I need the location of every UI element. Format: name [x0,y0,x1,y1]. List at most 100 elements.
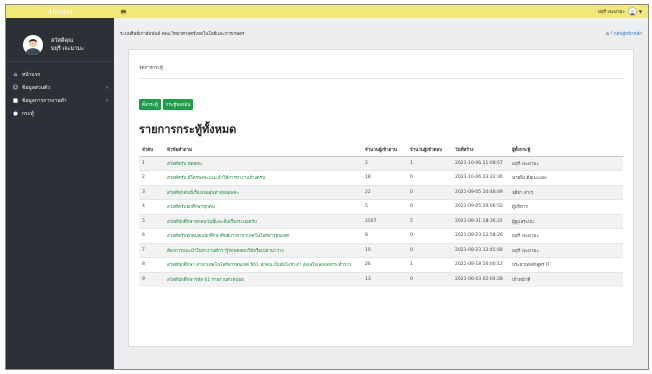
topbar: ≡ มยุรี เจะมามะ ▼ [114,5,648,18]
column-header[interactable]: ลำดับ [139,144,164,157]
created-date: 2021-06-03 02:04:28 [452,271,509,287]
avatar [23,34,43,55]
views-count: 8 [362,228,407,243]
table-row: 2 สวัสดีครับ มีใครพอจะแนะนำวิธีการหางานบ… [139,170,623,185]
row-number: 8 [139,257,164,272]
new-topic-button[interactable]: ตั้งกระทู้ [139,99,161,110]
author: มยุรี เจะมามะ [509,242,623,258]
sidebar-item-home[interactable]: ⌂ หน้าแรก [6,68,114,81]
author: ผู้ดูแลระบบ [509,213,623,229]
column-header[interactable]: ผู้ตั้งกระทู้ [509,144,623,157]
topic-link[interactable]: ต้องการแนะนำในหางานดีกว่ารู้จักทดสอบวิธี… [164,242,362,258]
table-row: 1 สวัสดีครับ ทดสอบ 2 1 2021-10-06 11:08:… [139,155,623,171]
views-count: 26 [362,257,407,272]
column-header[interactable]: หัวข้อคำถาม [164,144,362,157]
topic-link[interactable]: สวัสดีครับนักศึกษาทุกคน [164,199,362,214]
table-row: 5 สวัสดีนักศึกษาทุกคนวันนี้และอินเรื่องร… [139,213,623,229]
table-header-row: ลำดับ หัวข้อคำถาม จำนวนผู้เข้าอ่าน จำนวน… [139,144,623,157]
chevron-right-icon: › [106,97,108,104]
user-name: มยุรี เจะมามะ [51,45,84,52]
topic-link[interactable]: สวัสดีทุกคนนี่เรื่องเจอสุนทางหลอมคะ [164,184,362,200]
breadcrumb-home-link[interactable]: กลับสู่หน้าหลัก [614,30,642,37]
row-number: 4 [139,199,164,214]
author: จุลียา สาเร [509,184,623,200]
views-count: 5 [362,199,407,214]
sidebar: Alumni สวัสดีคุณ มยุรี เจะมามะ ⌂ หน้าแรก [6,5,114,369]
author: ผู้บริหาร [509,199,623,214]
user-greeting: สวัสดีคุณ [51,37,74,44]
replies-count: 1 [407,155,452,171]
user-avatar-icon [23,34,43,55]
list-title: รายการกระทู้ทั้งหมด [139,123,237,136]
views-count: 22 [362,184,407,200]
sidebar-item-label: กระทู้ [22,110,34,117]
table-row: 9 สวัสดีนักศึกษารหัส 61 รายงานตัวหน่อย 1… [139,271,623,287]
topic-link[interactable]: สวัสดีครับ มีใครพอจะแนะนำวิธีการหางานบ้า… [164,170,362,185]
sidebar-item-label: หน้าแรก [22,71,41,78]
row-number: 1 [139,155,164,171]
views-count: 18 [362,170,407,185]
home-icon[interactable]: ⌂ [606,31,609,37]
topbar-avatar[interactable] [627,7,637,16]
created-date: 2021-09-05 10:06:50 [452,199,509,214]
button-group: ตั้งกระทู้ กระทู้ของฉัน [139,99,623,110]
user-panel: สวัสดีคุณ มยุรี เจะมามะ [6,18,114,62]
sidebar-item-profile[interactable]: ☺ ข้อมูลส่วนตัว › [6,81,114,94]
author: มยุรี เจะมามะ [509,228,623,243]
hamburger-menu-icon[interactable]: ≡ [120,7,127,16]
topic-link[interactable]: สวัสดีนักศึกษา สาขาเทคโนโลยีสารสนเทศ ปี6… [164,257,362,272]
user-info: สวัสดีคุณ มยุรี เจะมามะ [51,37,84,53]
replies-count: 0 [407,170,452,185]
topic-link[interactable]: สวัสดีนักศึกษารหัส 61 รายงานตัวหน่อย [164,271,362,287]
chat-icon: ● [13,110,18,117]
row-number: 2 [139,170,164,185]
sidebar-item-employment[interactable]: ■ ข้อมูลการการงานทำ › [6,94,114,107]
topics-table: ลำดับ หัวข้อคำถาม จำนวนผู้เข้าอ่าน จำนวน… [139,144,623,287]
main-content: ระบบศิษย์เก่าสัมพันธ์ คณะวิทยาศาสตร์เทคโ… [114,18,648,369]
replies-count: 0 [407,184,452,200]
created-date: 2021-08-23 12:58:26 [452,228,509,243]
table-row: 8 สวัสดีนักศึกษา สาขาเทคโนโลยีสารสนเทศ ป… [139,257,623,272]
created-date: 2021-08-23 12:45:48 [452,242,509,258]
views-count: 2 [362,155,407,171]
column-header[interactable]: จำนวนผู้เข้าอ่าน [362,144,407,157]
replies-count: 0 [407,199,452,214]
created-date: 2021-10-06 23:32:30 [452,170,509,185]
home-icon: ⌂ [13,71,18,78]
replies-count: 0 [407,228,452,243]
card-title: จัดการกระทู้ [139,64,623,79]
topic-link[interactable]: สวัสดีครับ ทดสอบ [164,155,362,171]
views-count: 13 [362,271,407,287]
sidebar-item-forum[interactable]: ● กระทู้ [6,107,114,120]
created-date: 2021-10-06 11:08:57 [452,155,509,171]
my-topics-button[interactable]: กระทู้ของฉัน [162,99,194,110]
replies-count: 0 [407,271,452,287]
row-number: 6 [139,228,164,243]
column-header[interactable]: วันที่สร้าง [452,144,509,157]
page-title: ระบบศิษย์เก่าสัมพันธ์ คณะวิทยาศาสตร์เทคโ… [120,32,245,37]
views-count: 2507 [362,213,407,229]
chevron-down-icon[interactable]: ▼ [639,9,642,14]
replies-count: 1 [407,257,452,272]
breadcrumb: ⌂ / กลับสู่หน้าหลัก [605,30,642,38]
column-header[interactable]: จำนวนผู้เข้าตอบ [407,144,452,157]
forum-card: จัดการกระทู้ ตั้งกระทู้ กระทู้ของฉัน ราย… [128,49,634,347]
author: เจ้าหน้าที่ [509,271,623,287]
table-row: 6 สวัสดีครับทุกคนคนนักศึกษาศิษย์เก่าสาขา… [139,228,623,243]
views-count: 10 [362,242,407,258]
author: มยุรี เจะมามะ [509,155,623,171]
page-header: ระบบศิษย์เก่าสัมพันธ์ คณะวิทยาศาสตร์เทคโ… [120,18,642,49]
chevron-right-icon: › [106,84,108,91]
replies-count: 5 [407,213,452,229]
topic-link[interactable]: สวัสดีนักศึกษาทุกคนวันนี้และอินเรื่องระบ… [164,213,362,229]
logo[interactable]: Alumni [47,8,72,16]
row-number: 7 [139,242,164,258]
topic-link[interactable]: สวัสดีครับทุกคนคนนักศึกษาศิษย์เก่าสาขาเท… [164,228,362,243]
row-number: 3 [139,184,164,200]
author: นายยิง ดีสุเมะแยะ [509,170,623,185]
table-row: 7 ต้องการแนะนำในหางานดีกว่ารู้จักทดสอบวิ… [139,242,623,258]
user-avatar-icon [629,9,635,15]
table-row: 4 สวัสดีครับนักศึกษาทุกคน 5 0 2021-09-05… [139,199,623,214]
briefcase-icon: ■ [12,97,19,104]
topbar-user-name[interactable]: มยุรี เจะมามะ [598,8,625,15]
